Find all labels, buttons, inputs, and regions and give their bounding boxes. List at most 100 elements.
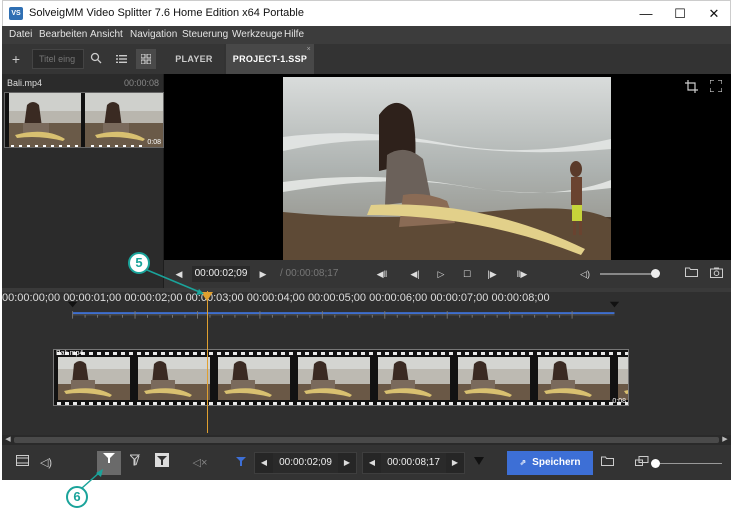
close-tab-icon[interactable]: × [307,35,311,65]
cut-marker-icon[interactable] [126,453,146,473]
film-sprocket [273,352,277,355]
film-sprocket [121,352,125,355]
film-sprocket [249,402,253,405]
dark-marker-icon[interactable] [469,453,489,473]
film-sprocket [113,402,117,405]
output-folder-icon[interactable] [597,453,617,473]
film-sprocket [537,352,541,355]
grid-icon[interactable] [136,49,156,69]
time-next-arrow-icon[interactable]: ▶ [256,267,270,281]
open-folder-icon[interactable] [683,267,699,281]
playhead[interactable] [207,291,208,433]
film-sprocket [513,352,517,355]
prev-frame-icon[interactable]: ◀| [408,267,422,281]
search-icon[interactable] [86,49,106,69]
out-time-spinner[interactable]: ◀ 00:00:08;17 ▶ [362,452,465,474]
film-sprocket [105,352,109,355]
go-to-start-icon[interactable]: ◀‖ [375,267,389,281]
split-marker-icon[interactable] [152,453,172,473]
film-sprocket [97,402,101,405]
zoom-slider[interactable] [656,463,722,464]
scrollbar-thumb[interactable] [14,437,719,443]
volume-icon[interactable]: ◁) [578,267,592,281]
film-sprocket [593,352,597,355]
tab-player[interactable]: PLAYER [164,44,224,74]
film-sprocket [529,352,533,355]
current-time-display[interactable]: 00:00:02;09 [192,266,250,282]
filmstrip-figure-body [391,380,415,389]
film-sprocket [385,352,389,355]
filmstrip-figure-body [231,380,255,389]
timeline[interactable]: 00:00:00;00 00:00:01;00 00:00:02;00 00:0… [2,292,731,435]
playhead-handle-icon[interactable] [200,292,214,302]
film-sprocket [329,402,333,405]
zoom-slider-handle[interactable] [651,459,660,468]
out-time-prev-icon[interactable]: ◀ [363,453,381,473]
film-sprocket [457,352,461,355]
clip-name: Bali.mp4 [56,350,84,357]
in-time-prev-icon[interactable]: ◀ [255,453,273,473]
in-time-next-icon[interactable]: ▶ [338,453,356,473]
audio-track-icon[interactable]: ◁) [36,453,56,473]
film-sprocket [217,402,221,405]
list-icon[interactable] [111,49,131,69]
menu-ansicht[interactable]: Ansicht [90,29,123,40]
stop-icon[interactable]: ☐ [460,267,474,281]
timeline-ruler[interactable] [2,298,731,328]
media-duration: 00:00:08 [123,78,159,88]
film-sprocket [105,402,109,405]
menu-werkzeuge[interactable]: Werkzeuge [232,29,282,40]
zoom-icon[interactable] [632,453,652,473]
film-sprocket [241,402,245,405]
out-time-value[interactable]: 00:00:08;17 [381,453,446,473]
filmstrip-icon[interactable] [12,453,32,473]
menu-steuerung[interactable]: Steuerung [182,29,228,40]
marker-filter-button[interactable] [97,451,121,475]
film-sprocket [153,352,157,355]
film-sprocket [601,402,605,405]
in-time-value[interactable]: 00:00:02;09 [273,453,338,473]
filmstrip-figure-body [551,380,575,389]
scroll-left-icon[interactable]: ◀ [3,435,13,445]
media-thumbnail[interactable]: 0:08 [4,92,164,148]
film-sprocket [57,402,61,405]
save-button[interactable]: ⇗ Speichern [507,451,593,475]
volume-slider[interactable] [600,273,655,275]
search-input[interactable] [32,49,84,69]
time-prev-arrow-icon[interactable]: ◀ [172,267,186,281]
maximize-button[interactable]: ☐ [663,1,697,26]
fullscreen-icon[interactable] [707,79,725,98]
next-frame-icon[interactable]: |▶ [485,267,499,281]
scroll-right-icon[interactable]: ▶ [720,435,730,445]
menu-bearbeiten[interactable]: Bearbeiten [39,29,87,40]
crop-icon[interactable] [682,80,700,98]
snapshot-icon[interactable] [708,267,724,281]
mute-icon[interactable]: ◁× [190,453,210,473]
film-sprocket [561,352,565,355]
video-clip-track[interactable]: Bali.mp4 0:08 [53,349,629,406]
film-sprocket [401,402,405,405]
film-sprocket [81,402,85,405]
film-sprocket [425,402,429,405]
out-time-next-icon[interactable]: ▶ [446,453,464,473]
close-button[interactable]: ✕ [697,1,731,26]
menu-navigation[interactable]: Navigation [130,29,177,40]
add-media-button[interactable]: + [6,49,26,69]
tab-project[interactable]: PROJECT-1.SSP × [226,44,314,74]
film-sprocket [313,352,317,355]
menu-datei[interactable]: Datei [9,29,32,40]
menu-hilfe[interactable]: Hilfe [284,29,304,40]
filmstrip-figure-body [71,380,95,389]
timeline-scrollbar[interactable]: ◀ ▶ [2,435,731,445]
in-time-spinner[interactable]: ◀ 00:00:02;09 ▶ [254,452,357,474]
play-icon[interactable]: ▷ [434,267,448,281]
go-to-end-icon[interactable]: ‖▶ [515,267,529,281]
minimize-button[interactable]: — [629,1,663,26]
filmstrip-sky [138,357,210,369]
volume-slider-handle[interactable] [651,269,660,278]
film-sprocket [241,352,245,355]
film-sprocket [569,402,573,405]
film-sprocket [617,352,621,355]
blue-marker-icon[interactable] [231,453,251,473]
film-sprocket [217,352,221,355]
